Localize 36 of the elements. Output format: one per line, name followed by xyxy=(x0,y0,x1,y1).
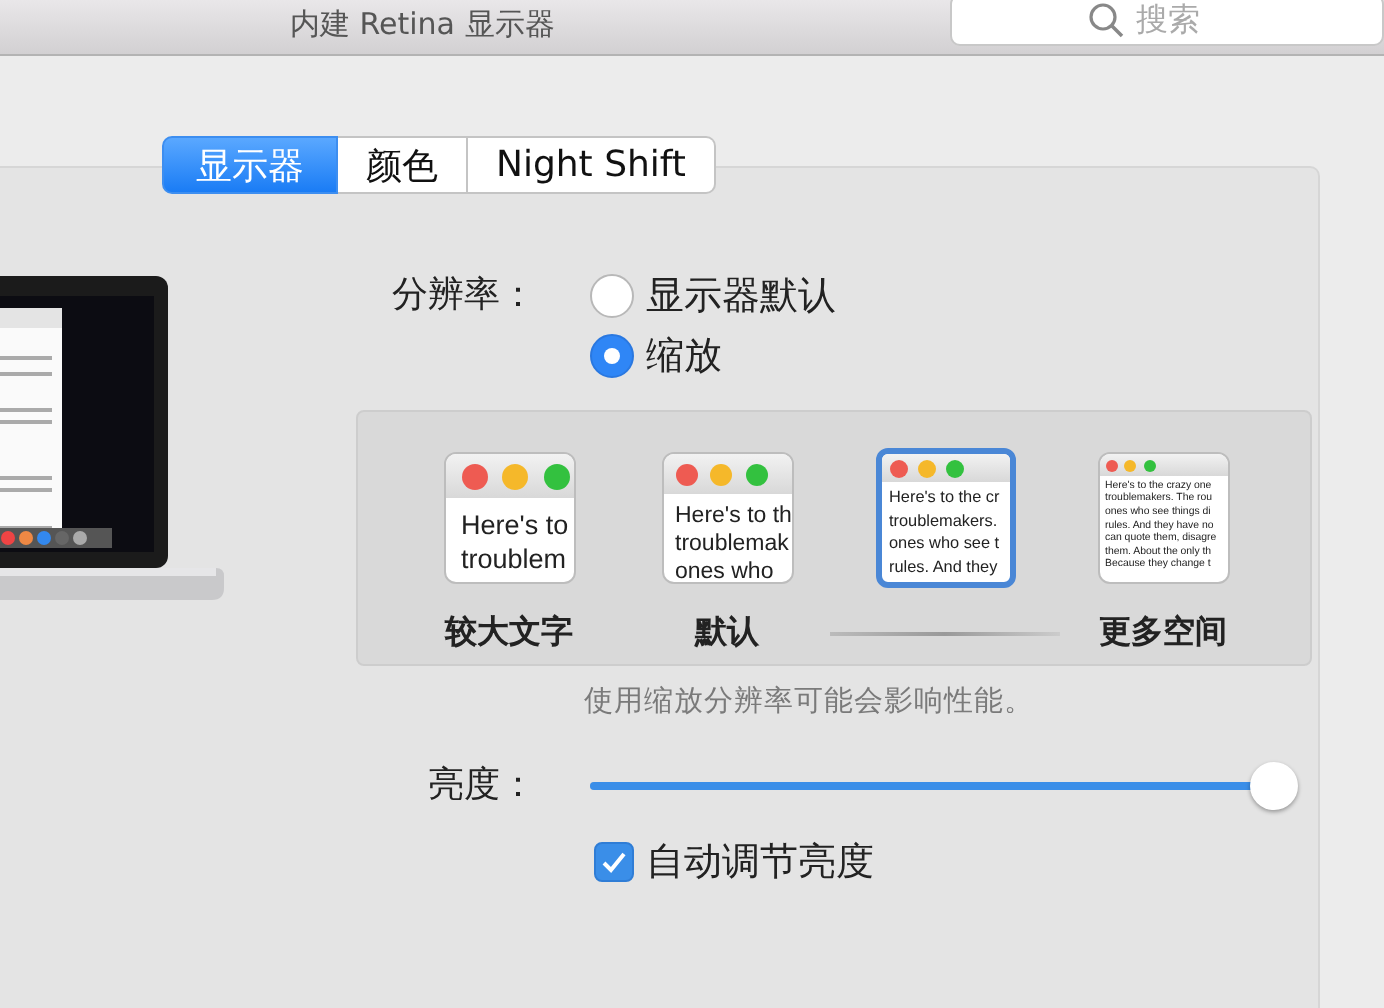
preview-text: Here's to xyxy=(461,507,571,542)
radio-label[interactable]: 缩放 xyxy=(646,330,722,382)
tab[interactable]: Night Shift xyxy=(468,136,716,194)
preview-text: troublem xyxy=(461,541,569,576)
slider-thumb[interactable] xyxy=(1250,762,1299,810)
window-button-icon xyxy=(710,463,733,485)
checkmark-icon xyxy=(600,848,628,876)
brightness-label: 亮度： xyxy=(426,762,538,810)
preview-text: Here's to the cr xyxy=(889,486,1002,510)
scale-preview[interactable]: Here's to th troublemak ones who xyxy=(661,452,793,584)
checkbox[interactable] xyxy=(594,842,634,882)
window-button-icon xyxy=(675,463,697,485)
scale-label: 默认 xyxy=(695,612,759,654)
preview-text: troublemak xyxy=(675,529,791,558)
window-title: 内建 Retina 显示器 xyxy=(290,6,555,42)
resolution-label: 分辨率： xyxy=(390,272,538,320)
radio-label[interactable]: 显示器默认 xyxy=(646,270,836,322)
window-button-icon xyxy=(544,463,571,489)
scale-preview[interactable]: Here's to troublem xyxy=(443,452,575,584)
window-button-icon xyxy=(461,463,487,489)
preview-text: rules. And they xyxy=(889,555,1000,579)
preview-text: Here's to th xyxy=(675,501,791,530)
scale-label: 更多空间 xyxy=(1099,612,1227,654)
checkbox-label[interactable]: 自动调节亮度 xyxy=(646,836,874,888)
window-button-icon xyxy=(745,463,768,485)
tab[interactable]: 颜色 xyxy=(338,136,468,194)
performance-note: 使用缩放分辨率可能会影响性能。 xyxy=(582,683,1036,720)
preview-text: ones who see t xyxy=(889,532,1002,556)
search-icon xyxy=(1088,2,1124,38)
preview-text: ones who xyxy=(675,557,776,582)
scale-preview[interactable]: Here's to the cr troublemakers. ones who see t rules. And they xyxy=(875,448,1015,588)
radio-button[interactable] xyxy=(590,334,634,378)
radio-button[interactable] xyxy=(590,274,634,318)
window-button-icon xyxy=(502,463,529,489)
preview-text: troublemakers. xyxy=(889,509,1000,533)
scale-label: 较大文字 xyxy=(445,612,573,654)
